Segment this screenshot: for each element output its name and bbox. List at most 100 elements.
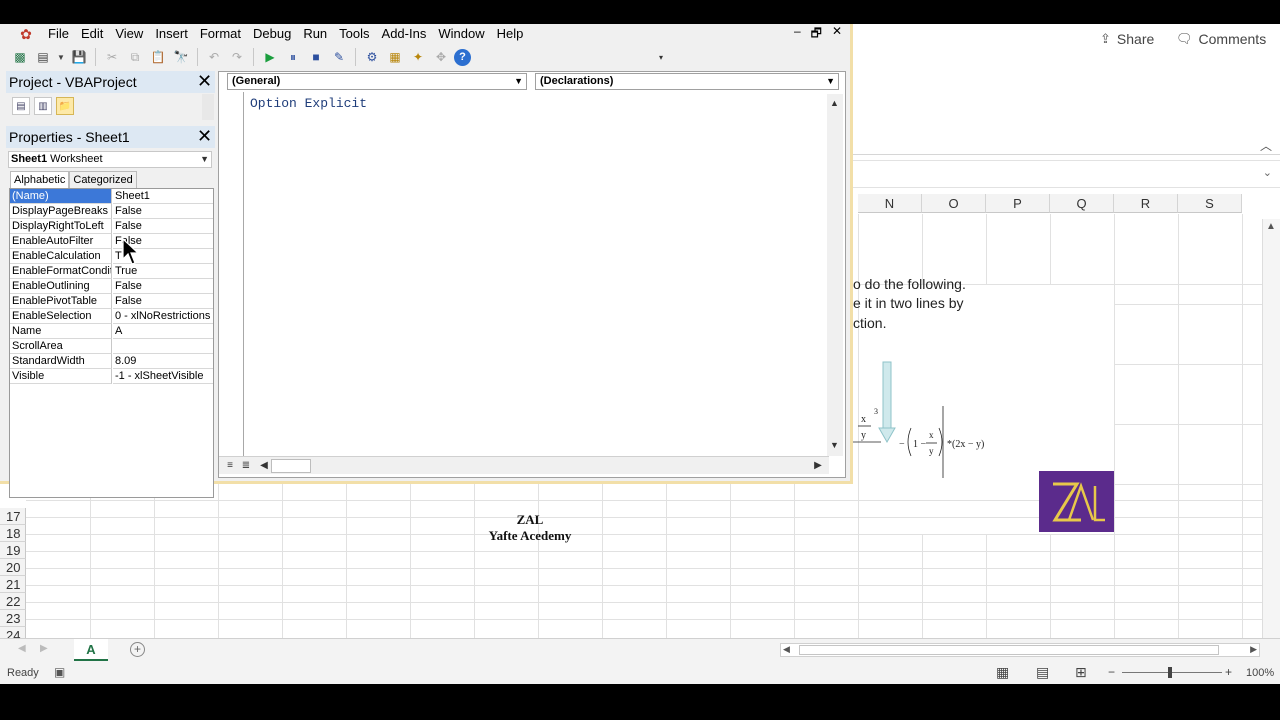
code-text[interactable]: Option Explicit — [250, 96, 367, 111]
chevron-down-icon[interactable]: ▼ — [826, 74, 835, 89]
code-editor[interactable]: Option Explicit — [243, 92, 827, 456]
row-header-22[interactable]: 22 — [0, 593, 26, 610]
insert-dropdown-icon[interactable]: ▼ — [56, 47, 66, 67]
column-header-n[interactable]: N — [858, 194, 922, 213]
insert-module-icon[interactable]: ▤ — [33, 47, 53, 67]
scroll-thumb[interactable] — [271, 459, 311, 473]
menu-file[interactable]: File — [42, 24, 75, 44]
row-header-23[interactable]: 23 — [0, 610, 26, 627]
sheet-tab-a[interactable]: A — [74, 639, 108, 661]
restore-button[interactable]: 🗗 — [811, 24, 822, 45]
menu-tools[interactable]: Tools — [333, 24, 375, 44]
row-header-20[interactable]: 20 — [0, 559, 26, 576]
comments-button[interactable]: 🗨 Comments — [1170, 28, 1272, 50]
design-mode-icon[interactable]: ✎ — [329, 47, 349, 67]
menu-insert[interactable]: Insert — [149, 24, 194, 44]
property-value[interactable]: 8.09 — [113, 354, 213, 369]
scroll-left-icon[interactable]: ◀ — [257, 459, 271, 473]
property-value[interactable]: False — [113, 294, 213, 309]
macro-record-icon[interactable]: ▣ — [54, 665, 65, 679]
property-value[interactable] — [113, 339, 213, 354]
view-code-icon[interactable]: ▤ — [12, 97, 30, 115]
scroll-right-icon[interactable]: ▶ — [1250, 644, 1257, 655]
share-button[interactable]: ⇪ Share — [1094, 28, 1160, 50]
property-row[interactable]: Name A — [10, 324, 213, 339]
row-header-17[interactable]: 17 — [0, 508, 26, 525]
property-row[interactable]: DisplayPageBreaks False — [10, 204, 213, 219]
vba-app-icon[interactable]: ✿ — [16, 25, 36, 43]
column-header-q[interactable]: Q — [1050, 194, 1114, 213]
full-module-view-icon[interactable]: ≣ — [239, 459, 253, 473]
property-value[interactable]: False — [113, 279, 213, 294]
view-excel-icon[interactable]: ▩ — [10, 47, 30, 67]
scroll-left-icon[interactable]: ◀ — [783, 644, 790, 655]
menu-format[interactable]: Format — [194, 24, 247, 44]
property-row[interactable]: Visible -1 - xlSheetVisible — [10, 369, 213, 384]
procedure-dropdown[interactable]: (Declarations) ▼ — [535, 73, 839, 90]
tab-alphabetic[interactable]: Alphabetic — [10, 171, 70, 189]
property-row[interactable]: EnableOutlining False — [10, 279, 213, 294]
formula-bar[interactable] — [853, 160, 1280, 188]
zoom-slider-thumb[interactable] — [1168, 667, 1172, 678]
chevron-down-icon[interactable]: ▼ — [200, 152, 209, 167]
worksheet-vertical-scrollbar[interactable]: ▲ ▼ — [1262, 219, 1280, 663]
menu-add-ins[interactable]: Add-Ins — [376, 24, 433, 44]
property-row[interactable]: EnableAutoFilter False — [10, 234, 213, 249]
chevron-down-icon[interactable]: ▼ — [514, 74, 523, 89]
property-value[interactable]: Sheet1 — [113, 189, 213, 204]
cut-icon[interactable]: ✂ — [102, 47, 122, 67]
reset-icon[interactable]: ■ — [306, 47, 326, 67]
menu-debug[interactable]: Debug — [247, 24, 297, 44]
new-sheet-icon[interactable]: + — [130, 642, 145, 657]
undo-icon[interactable]: ↶ — [204, 47, 224, 67]
scroll-thumb[interactable] — [799, 645, 1219, 655]
paste-icon[interactable]: 📋 — [148, 47, 168, 67]
zoom-slider[interactable] — [1122, 672, 1222, 673]
zoom-out-icon[interactable]: − — [1108, 665, 1115, 679]
project-pane-title[interactable]: Project - VBAProject ✕ — [6, 71, 215, 93]
column-header-s[interactable]: S — [1178, 194, 1242, 213]
toolbox-icon[interactable]: ✥ — [431, 47, 451, 67]
break-icon[interactable]: ⏸ — [283, 47, 303, 67]
scroll-right-icon[interactable]: ▶ — [811, 459, 825, 473]
expand-formula-bar-icon[interactable]: ⌄ — [1263, 166, 1272, 179]
property-value[interactable]: True — [113, 264, 213, 279]
property-row[interactable]: StandardWidth 8.09 — [10, 354, 213, 369]
property-row[interactable]: DisplayRightToLeft False — [10, 219, 213, 234]
menu-help[interactable]: Help — [491, 24, 530, 44]
menu-run[interactable]: Run — [297, 24, 333, 44]
property-value[interactable]: A — [113, 324, 213, 339]
toggle-folders-icon[interactable]: 📁 — [56, 97, 74, 115]
help-icon[interactable]: ? — [454, 48, 471, 66]
zoom-in-icon[interactable]: + — [1225, 665, 1232, 679]
minimize-button[interactable]: – — [794, 24, 801, 45]
object-browser-icon[interactable]: ✦ — [408, 47, 428, 67]
code-horizontal-scrollbar[interactable]: ≡ ≣ ◀ ▶ — [219, 456, 829, 474]
row-header-18[interactable]: 18 — [0, 525, 26, 542]
zoom-level[interactable]: 100% — [1246, 667, 1274, 679]
menu-window[interactable]: Window — [432, 24, 490, 44]
properties-window-icon[interactable]: ▦ — [385, 47, 405, 67]
page-break-icon[interactable]: ⊞ — [1075, 664, 1087, 681]
property-value[interactable]: False — [113, 204, 213, 219]
column-header-p[interactable]: P — [986, 194, 1050, 213]
normal-view-icon[interactable]: ▦ — [996, 664, 1009, 681]
row-header-19[interactable]: 19 — [0, 542, 26, 559]
scroll-up-icon[interactable]: ▲ — [830, 98, 839, 108]
code-vertical-scrollbar[interactable]: ▲ ▼ — [827, 94, 843, 456]
scroll-up-icon[interactable]: ▲ — [1266, 221, 1276, 232]
property-row[interactable]: EnableCalculation T — [10, 249, 213, 264]
project-pane-scrollbar[interactable] — [202, 94, 214, 120]
close-button[interactable]: ✕ — [832, 24, 842, 45]
properties-object-combo[interactable]: Sheet1 Worksheet ▼ — [8, 151, 212, 168]
property-value[interactable]: 0 - xlNoRestrictions — [113, 309, 213, 324]
collapse-ribbon-icon[interactable]: ︿ — [1260, 137, 1272, 154]
menu-edit[interactable]: Edit — [75, 24, 109, 44]
redo-icon[interactable]: ↷ — [227, 47, 247, 67]
property-row[interactable]: EnableSelection 0 - xlNoRestrictions — [10, 309, 213, 324]
property-row[interactable]: EnableFormatConditi True — [10, 264, 213, 279]
tab-categorized[interactable]: Categorized — [69, 171, 137, 189]
procedure-view-icon[interactable]: ≡ — [223, 459, 237, 473]
scroll-down-icon[interactable]: ▼ — [830, 440, 839, 450]
project-pane-close-icon[interactable]: ✕ — [195, 72, 214, 91]
